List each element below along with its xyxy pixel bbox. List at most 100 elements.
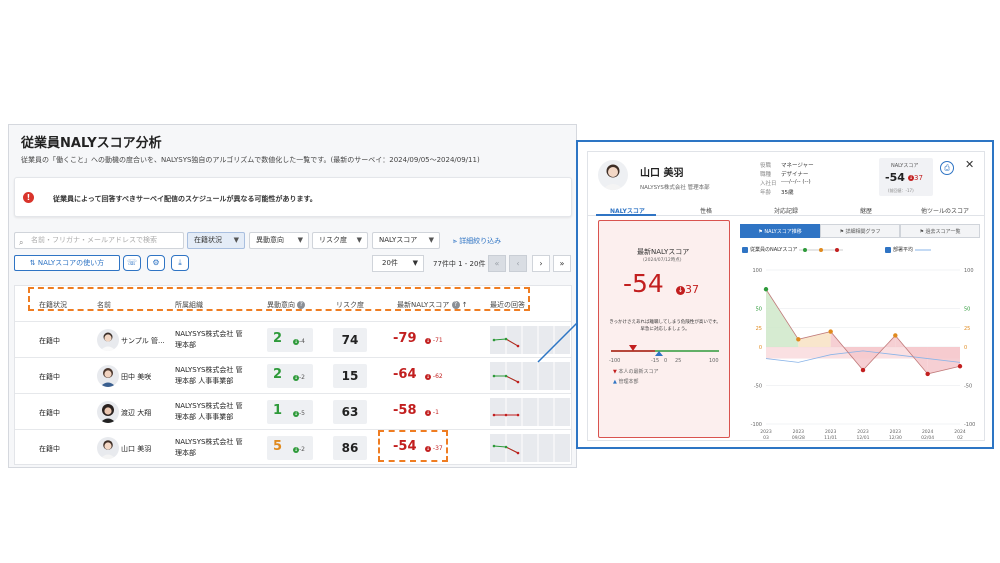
naly-delta-value: -1	[432, 409, 439, 416]
first-page-button[interactable]: «	[488, 255, 506, 272]
page-size-select[interactable]: 20件 ▼	[372, 255, 424, 272]
info-value: 35歳	[781, 190, 794, 196]
org-line: NALYSYS株式会社 管	[175, 366, 243, 374]
motive-delta: ↓-4	[293, 338, 305, 345]
close-icon[interactable]: ✕	[965, 158, 974, 171]
table-row[interactable]: 在籍中 渡辺 大翔 NALYSYS株式会社 管理本部 人事事業部 1 ↓-5 63…	[15, 393, 571, 429]
name-cell[interactable]: サンプル 管...	[121, 336, 165, 346]
scale-tick: -15	[651, 358, 660, 364]
subtab-past[interactable]: ⚑ 過去スコア一覧	[900, 224, 980, 238]
name-cell[interactable]: 渡辺 大翔	[121, 408, 151, 418]
naly-delta: ↓ -71	[425, 337, 443, 344]
card-score: -54	[623, 269, 664, 298]
motive-delta-value: -5	[299, 410, 305, 417]
avatar	[598, 160, 628, 190]
tab-personality[interactable]: 性格	[700, 206, 712, 215]
recent-sparkline	[490, 398, 570, 426]
alert-message: 従業員によって回答すべきサーベイ配信のスケジュールが異なる可能性があります。	[53, 195, 317, 203]
subtab-correlation-label: 詳細相関グラフ	[845, 229, 881, 235]
phone-icon[interactable]: ☏	[123, 255, 141, 271]
y-tick-label: 0	[964, 345, 967, 351]
subtab-trend[interactable]: ⚑ NALYスコア推移	[740, 224, 820, 238]
caret-down-icon: ▼	[233, 236, 239, 244]
x-tick-label: 11/01	[824, 435, 837, 441]
legend-avg-series-label: 部署平均	[893, 247, 914, 253]
x-tick-label: 02/04	[921, 435, 934, 441]
motive-value: 2	[273, 331, 283, 346]
motive-value: 5	[273, 439, 283, 454]
download-icon[interactable]: ⤓	[171, 255, 189, 271]
page-title: 従業員NALYスコア分析	[21, 136, 162, 151]
table-row[interactable]: 在籍中 山口 美羽 NALYSYS株式会社 管理本部 5 ↓-2 86 -54 ↓…	[15, 429, 571, 465]
table-row[interactable]: 在籍中 田中 美咲 NALYSYS株式会社 管理本部 人事事業部 2 ↓-2 15…	[15, 357, 571, 393]
filter-status-dropdown[interactable]: 在籍状況 ▼	[187, 232, 245, 249]
detail-filter-link[interactable]: ⫸ 詳細絞り込み	[453, 236, 501, 246]
name-cell[interactable]: 田中 美咲	[121, 372, 151, 382]
page-description: 従業員の「働くこと」への動機の度合いを、NALYSYS独自のアルゴリズムで数値化…	[21, 156, 480, 164]
risk-cell: 63	[333, 400, 367, 424]
info-value: ----/--/-- (--)	[781, 179, 811, 185]
last-page-button[interactable]: »	[553, 255, 571, 272]
checkbox-icon[interactable]	[885, 246, 891, 253]
subtab-trend-label: NALYスコア推移	[764, 229, 802, 235]
employee-list-panel: 従業員NALYスコア分析 従業員の「働くこと」への動機の度合いを、NALYSYS…	[8, 124, 577, 468]
naly-howto-button[interactable]: ⇅ NALYスコアの使い方	[14, 255, 120, 271]
file-icon[interactable]: ⎙	[940, 161, 954, 175]
tab-other-tools[interactable]: 他ツールのスコア	[921, 206, 969, 215]
avatar	[97, 437, 119, 459]
info-key: 役職	[760, 163, 772, 169]
subtab-correlation[interactable]: ⚑ 詳細相関グラフ	[820, 224, 900, 238]
info-key: 年齢	[760, 190, 772, 196]
down-arrow-icon: ↓	[425, 373, 431, 380]
legend-avg-series[interactable]: 部署平均	[885, 246, 931, 253]
x-tick-label: 12/30	[889, 435, 902, 441]
search-input[interactable]: ⌕ 名前・フリガナ・メールアドレスで検索	[14, 232, 184, 249]
naly-score: -79	[393, 331, 417, 346]
tab-records[interactable]: 対応記録	[774, 206, 798, 215]
caret-down-icon: ▼	[356, 236, 362, 244]
risk-cell: 74	[333, 328, 367, 352]
motive-cell: 2 ↓-2	[267, 364, 313, 388]
series-point	[860, 367, 866, 373]
tab-active-indicator	[596, 214, 656, 216]
tool-icon[interactable]: ⚙	[147, 255, 165, 271]
motive-delta: ↓-2	[293, 446, 305, 453]
filter-risk-dropdown[interactable]: リスク度 ▼	[312, 232, 368, 249]
caret-down-icon: ▼	[297, 236, 303, 244]
scale-tick: -100	[609, 358, 621, 364]
naly-howto-label: NALYスコアの使い方	[37, 259, 105, 267]
x-tick-label: 2023	[857, 429, 869, 435]
name-cell[interactable]: 山口 美羽	[121, 444, 151, 454]
naly-score-value: -54	[885, 171, 905, 184]
next-page-button[interactable]: ›	[532, 255, 550, 272]
filter-motive-dropdown[interactable]: 異動意向 ▼	[249, 232, 309, 249]
flag-icon: ⚑	[919, 229, 924, 235]
org-line: 理本部	[175, 449, 196, 457]
detail-filter-label: 詳細絞り込み	[459, 237, 502, 245]
tab-history[interactable]: 継歴	[860, 206, 872, 215]
motive-delta-value: -4	[299, 338, 305, 345]
checkbox-icon[interactable]	[742, 246, 748, 253]
y-tick-label: 50	[756, 307, 762, 313]
x-tick-label: 2024	[954, 429, 966, 435]
naly-score-label: NALYスコア	[891, 163, 919, 169]
avatar	[97, 401, 119, 423]
org-line: 理本部 人事事業部	[175, 413, 234, 421]
series-area	[798, 331, 831, 347]
series-swatch	[914, 249, 931, 250]
table-row[interactable]: 在籍中 サンプル 管... NALYSYS株式会社 管理本部 2 ↓-4 74 -…	[15, 321, 571, 357]
avatar	[97, 329, 119, 351]
motive-cell: 5 ↓-2	[267, 436, 313, 460]
naly-score: -58	[393, 403, 417, 418]
card-title: 最新NALYスコア	[637, 248, 690, 256]
info-key: 入社日	[760, 181, 777, 187]
scale-tick: 100	[709, 358, 719, 364]
status-cell: 在籍中	[39, 409, 60, 417]
naly-delta-value: -62	[432, 373, 443, 380]
filter-naly-dropdown[interactable]: NALYスコア ▼	[372, 232, 440, 249]
legend-self-series[interactable]: 従業員のNALYスコア	[742, 246, 843, 253]
legend-dept-label: 管理本部	[618, 379, 639, 385]
info-value: マネージャー	[781, 163, 814, 169]
legend-self-label: 本人の最新スコア	[618, 369, 659, 375]
prev-page-button[interactable]: ‹	[509, 255, 527, 272]
